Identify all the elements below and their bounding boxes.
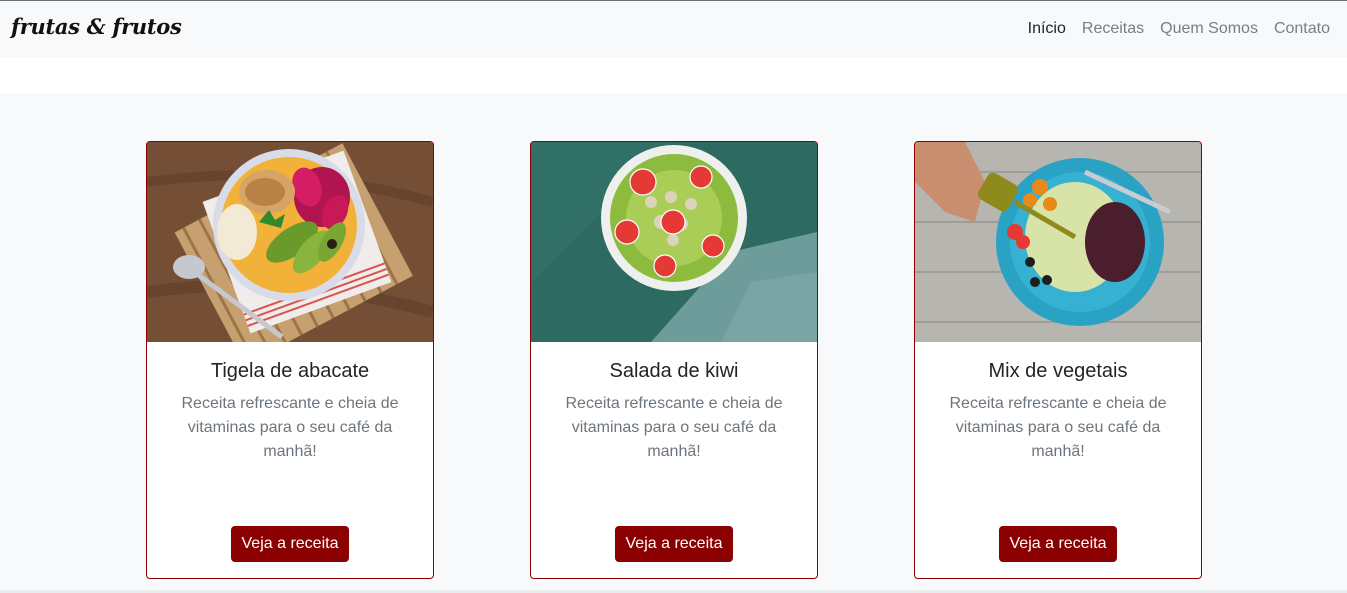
view-recipe-button[interactable]: Veja a receita <box>231 526 349 562</box>
brand-logo[interactable]: frutas & frutos <box>11 14 182 39</box>
card-text: Receita refrescante e cheia de vitaminas… <box>949 395 1167 460</box>
view-recipe-button[interactable]: Veja a receita <box>615 526 733 562</box>
nav-link-quem-somos[interactable]: Quem Somos <box>1152 20 1266 38</box>
view-recipe-button[interactable]: Veja a receita <box>999 526 1117 562</box>
avocado-bowl-image <box>147 142 433 342</box>
recipe-card-vegetables: Mix de vegetais Receita refrescante e ch… <box>914 141 1202 579</box>
navbar: frutas & frutos Início Receitas Quem Som… <box>0 1 1347 57</box>
card-text: Receita refrescante e cheia de vitaminas… <box>181 395 399 460</box>
vegetable-mix-image <box>915 142 1201 342</box>
recipe-card-avocado: Tigela de abacate Receita refrescante e … <box>146 141 434 579</box>
card-title: Mix de vegetais <box>988 360 1128 382</box>
card-title: Salada de kiwi <box>609 360 739 382</box>
recipes-section: Tigela de abacate Receita refrescante e … <box>0 93 1347 590</box>
recipe-card-kiwi: Salada de kiwi Receita refrescante e che… <box>530 141 818 579</box>
card-text: Receita refrescante e cheia de vitaminas… <box>565 395 783 460</box>
nav-link-receitas[interactable]: Receitas <box>1074 20 1152 38</box>
nav-link-inicio[interactable]: Início <box>1020 20 1074 38</box>
kiwi-salad-image <box>531 142 817 342</box>
nav-links: Início Receitas Quem Somos Contato <box>1020 20 1330 38</box>
card-title: Tigela de abacate <box>210 360 370 382</box>
nav-link-contato[interactable]: Contato <box>1266 20 1330 38</box>
